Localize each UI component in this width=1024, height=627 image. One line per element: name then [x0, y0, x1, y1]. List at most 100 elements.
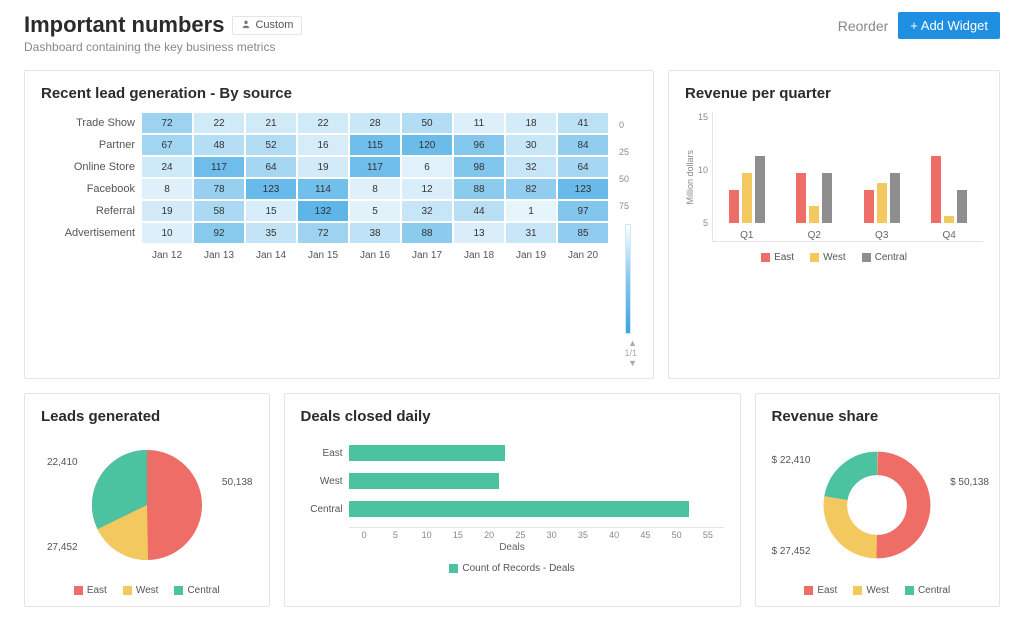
- heatmap-cell[interactable]: 88: [402, 223, 452, 243]
- bar-central[interactable]: [822, 173, 832, 223]
- heatmap-cell[interactable]: 8: [350, 179, 400, 199]
- heatmap-cell[interactable]: 16: [298, 135, 348, 155]
- heatmap-cell[interactable]: 72: [298, 223, 348, 243]
- heatmap-col-label: Jan 12: [142, 250, 192, 261]
- hbar-label: Central: [301, 504, 349, 515]
- user-icon: [241, 19, 251, 32]
- heatmap-cell[interactable]: 52: [246, 135, 296, 155]
- revenue-share-title: Revenue share: [772, 408, 984, 425]
- heatmap-cell[interactable]: 72: [142, 113, 192, 133]
- heatmap-cell[interactable]: 28: [350, 113, 400, 133]
- heatmap-cell[interactable]: 96: [454, 135, 504, 155]
- heatmap-cell[interactable]: 97: [558, 201, 608, 221]
- hbar-tick: 25: [505, 530, 536, 540]
- heatmap-cell[interactable]: 48: [194, 135, 244, 155]
- heatmap-cell[interactable]: 12: [402, 179, 452, 199]
- heatmap-cell[interactable]: 58: [194, 201, 244, 221]
- heatmap-cell[interactable]: 117: [350, 157, 400, 177]
- heatmap-cell[interactable]: 123: [246, 179, 296, 199]
- pie-label-east: 50,138: [222, 477, 253, 488]
- bar-central[interactable]: [755, 156, 765, 223]
- heatmap-cell[interactable]: 19: [142, 201, 192, 221]
- revenue-quarter-legend: East West Central: [685, 252, 983, 263]
- bar-east[interactable]: [796, 173, 806, 223]
- heatmap-cell[interactable]: 22: [194, 113, 244, 133]
- deals-closed-xlabel: Deals: [301, 542, 724, 553]
- heatmap-cell[interactable]: 50: [402, 113, 452, 133]
- heatmap-cell[interactable]: 88: [454, 179, 504, 199]
- heatmap-col-label: Jan 17: [402, 250, 452, 261]
- heatmap-scale-tick: 25: [619, 139, 637, 166]
- heatmap-grid: Trade Show722221222850111841Partner67485…: [41, 112, 611, 266]
- heatmap-cell[interactable]: 24: [142, 157, 192, 177]
- heatmap-pager[interactable]: ▲ 1/1 ▼: [619, 338, 637, 368]
- heatmap-cell[interactable]: 115: [350, 135, 400, 155]
- heatmap-cell[interactable]: 30: [506, 135, 556, 155]
- heatmap-col-label: Jan 19: [506, 250, 556, 261]
- hbar-tick: 5: [380, 530, 411, 540]
- heatmap-cell[interactable]: 64: [558, 157, 608, 177]
- heatmap-cell[interactable]: 117: [194, 157, 244, 177]
- legend-west: West: [866, 585, 889, 596]
- hbar-tick: 40: [599, 530, 630, 540]
- heatmap-cell[interactable]: 78: [194, 179, 244, 199]
- heatmap-cell[interactable]: 67: [142, 135, 192, 155]
- heatmap-col-label: Jan 13: [194, 250, 244, 261]
- heatmap-cell[interactable]: 132: [298, 201, 348, 221]
- heatmap-row-label: Facebook: [41, 183, 141, 195]
- heatmap-cell[interactable]: 5: [350, 201, 400, 221]
- heatmap-cell[interactable]: 15: [246, 201, 296, 221]
- pie-label-west: 27,452: [47, 542, 78, 553]
- bar-central[interactable]: [890, 173, 900, 223]
- heatmap-cell[interactable]: 19: [298, 157, 348, 177]
- legend-central: Central: [918, 585, 950, 596]
- heatmap-col-label: Jan 14: [246, 250, 296, 261]
- heatmap-cell[interactable]: 44: [454, 201, 504, 221]
- heatmap-col-label: Jan 20: [558, 250, 608, 261]
- heatmap-cell[interactable]: 6: [402, 157, 452, 177]
- heatmap-cell[interactable]: 85: [558, 223, 608, 243]
- hbar[interactable]: [349, 501, 690, 517]
- heatmap-cell[interactable]: 64: [246, 157, 296, 177]
- heatmap-cell[interactable]: 18: [506, 113, 556, 133]
- legend-east: East: [774, 252, 794, 263]
- heatmap-cell[interactable]: 11: [454, 113, 504, 133]
- heatmap-cell[interactable]: 82: [506, 179, 556, 199]
- dashboard-header: Important numbers Custom Dashboard conta…: [24, 12, 1000, 54]
- heatmap-scale-bar: [625, 224, 631, 334]
- bar-west[interactable]: [809, 206, 819, 223]
- heatmap-cell[interactable]: 120: [402, 135, 452, 155]
- bar-east[interactable]: [729, 190, 739, 223]
- heatmap-cell[interactable]: 31: [506, 223, 556, 243]
- heatmap-cell[interactable]: 98: [454, 157, 504, 177]
- bar-east[interactable]: [931, 156, 941, 223]
- heatmap-row-label: Referral: [41, 205, 141, 217]
- heatmap-cell[interactable]: 41: [558, 113, 608, 133]
- heatmap-cell[interactable]: 123: [558, 179, 608, 199]
- hbar-tick: 15: [442, 530, 473, 540]
- heatmap-cell[interactable]: 13: [454, 223, 504, 243]
- heatmap-cell[interactable]: 8: [142, 179, 192, 199]
- hbar[interactable]: [349, 473, 499, 489]
- bar-west[interactable]: [877, 183, 887, 223]
- hbar-tick: 0: [349, 530, 380, 540]
- reorder-link[interactable]: Reorder: [838, 18, 889, 34]
- add-widget-button[interactable]: + Add Widget: [898, 12, 1000, 39]
- heatmap-cell[interactable]: 32: [402, 201, 452, 221]
- bar-west[interactable]: [742, 173, 752, 223]
- bar-west[interactable]: [944, 216, 954, 223]
- heatmap-cell[interactable]: 1: [506, 201, 556, 221]
- heatmap-cell[interactable]: 114: [298, 179, 348, 199]
- heatmap-cell[interactable]: 84: [558, 135, 608, 155]
- heatmap-cell[interactable]: 35: [246, 223, 296, 243]
- hbar[interactable]: [349, 445, 506, 461]
- bar-central[interactable]: [957, 190, 967, 223]
- heatmap-cell[interactable]: 22: [298, 113, 348, 133]
- heatmap-cell[interactable]: 10: [142, 223, 192, 243]
- heatmap-cell[interactable]: 92: [194, 223, 244, 243]
- bar-east[interactable]: [864, 190, 874, 223]
- custom-button[interactable]: Custom: [232, 16, 302, 35]
- heatmap-cell[interactable]: 38: [350, 223, 400, 243]
- heatmap-cell[interactable]: 21: [246, 113, 296, 133]
- heatmap-cell[interactable]: 32: [506, 157, 556, 177]
